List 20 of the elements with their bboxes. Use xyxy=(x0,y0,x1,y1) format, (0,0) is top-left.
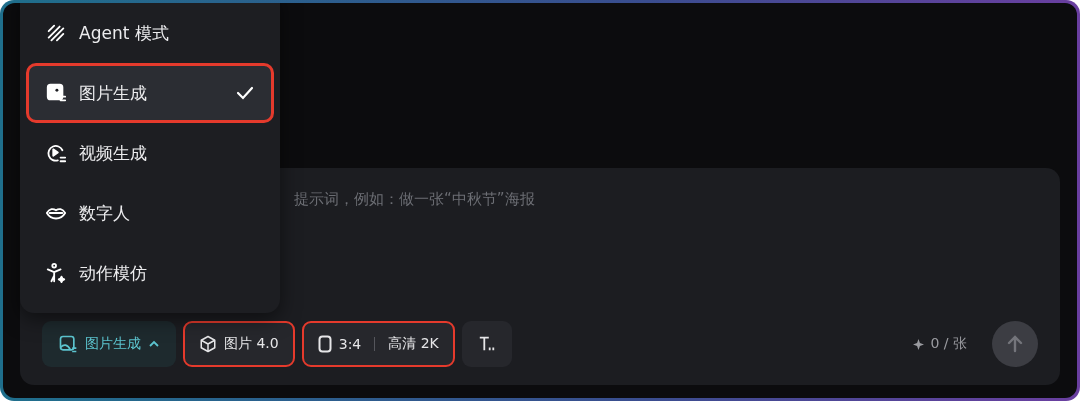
image-icon xyxy=(45,82,67,104)
text-style-icon xyxy=(477,335,496,353)
text-style-button[interactable] xyxy=(461,321,512,367)
wave-lines-icon xyxy=(45,22,67,44)
play-circle-icon xyxy=(45,142,67,164)
menu-item[interactable]: 图片生成 xyxy=(26,63,274,123)
menu-item[interactable]: Agent 模式 xyxy=(26,3,274,63)
image-icon xyxy=(58,334,78,354)
menu-item[interactable]: 动作模仿 xyxy=(26,243,274,303)
model-button[interactable]: 图片 4.0 xyxy=(183,321,295,367)
ratio-button[interactable]: 3:4 高清 2K xyxy=(301,321,455,367)
mode-button[interactable]: 图片生成 xyxy=(42,321,176,367)
sparkle-icon xyxy=(913,338,925,350)
arrow-up-icon xyxy=(1006,335,1024,353)
menu-item[interactable]: 数字人 xyxy=(26,183,274,243)
cube-icon xyxy=(199,335,217,353)
figure-sparkle-icon xyxy=(45,262,67,284)
portrait-frame-icon xyxy=(317,335,332,353)
credits-text: 0 / 张 xyxy=(930,335,967,353)
send-button[interactable] xyxy=(992,321,1038,367)
